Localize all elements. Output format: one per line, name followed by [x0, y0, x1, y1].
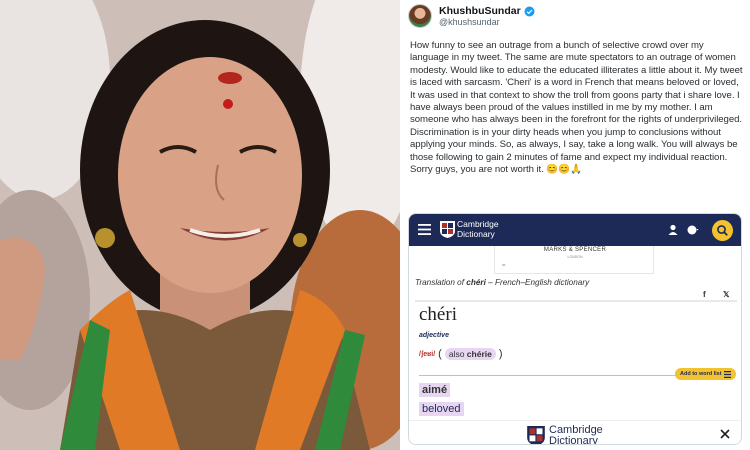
avatar[interactable] [408, 4, 432, 28]
paren-close: ) [498, 348, 503, 360]
handle[interactable]: @khushsundar [439, 17, 500, 27]
display-name[interactable]: KhushbuSundar [439, 5, 521, 17]
close-icon[interactable] [720, 429, 730, 439]
ipa: /ʃeʁi/ [419, 350, 436, 358]
name-row: KhushbuSundar [439, 5, 535, 17]
photo-illustration [0, 0, 400, 450]
verified-icon [524, 6, 535, 16]
brand-line2: Dictionary [457, 228, 495, 239]
translation-1: aimé [419, 383, 451, 397]
overlay-brand: Cambridge Dictionary [549, 425, 603, 445]
translation-suffix: – French–English dictionary [485, 278, 590, 287]
divider [415, 300, 737, 302]
ad-brand: MARKS & SPENCER [543, 247, 607, 253]
dictionary-brand[interactable]: Cambridge Dictionary [457, 219, 499, 239]
also-word: chérie [466, 349, 492, 359]
ad-eq: = [502, 263, 506, 269]
search-icon [717, 225, 728, 236]
dictionary-overlay-banner: Cambridge Dictionary [409, 420, 741, 445]
paren-open: ( [438, 348, 442, 360]
translation-heading: Translation of chéri – French–English di… [415, 278, 589, 287]
user-icon[interactable] [666, 223, 680, 237]
list-icon [723, 370, 731, 378]
cambridge-logo-icon [527, 426, 545, 444]
translation-2: beloved [419, 402, 464, 416]
add-to-word-list-button[interactable]: Add to word list [675, 368, 736, 380]
photo-of-speaker [0, 0, 400, 450]
also-form: also chérie [444, 348, 496, 360]
dictionary-screenshot[interactable]: Cambridge Dictionary MARKS & SPENCER LON… [408, 213, 742, 445]
tweet-header: KhushbuSundar @khushsundar [408, 4, 738, 30]
facebook-icon[interactable]: f [703, 290, 706, 299]
tweet-text: How funny to see an outrage from a bunch… [410, 40, 743, 176]
pronunciation-row: /ʃeʁi/ ( also chérie ) [419, 348, 503, 360]
hamburger-icon[interactable] [418, 224, 431, 235]
globe-icon[interactable] [686, 223, 700, 237]
part-of-speech: adjective [419, 332, 449, 339]
section-rule [419, 375, 699, 376]
cambridge-logo-icon [440, 221, 455, 238]
x-icon[interactable]: 𝕏 [723, 290, 729, 299]
advertisement[interactable]: MARKS & SPENCER LONDON = [494, 246, 654, 274]
add-button-label: Add to word list [680, 371, 722, 377]
translation-prefix: Translation of [415, 278, 467, 287]
dictionary-header-bar: Cambridge Dictionary [409, 214, 741, 246]
ad-sub: LONDON [567, 255, 583, 259]
overlay-line2: Dictionary [549, 435, 598, 445]
search-button[interactable] [712, 220, 733, 241]
translation-word: chéri [466, 278, 486, 287]
headword: chéri [419, 304, 457, 325]
also-label: also [448, 349, 465, 359]
